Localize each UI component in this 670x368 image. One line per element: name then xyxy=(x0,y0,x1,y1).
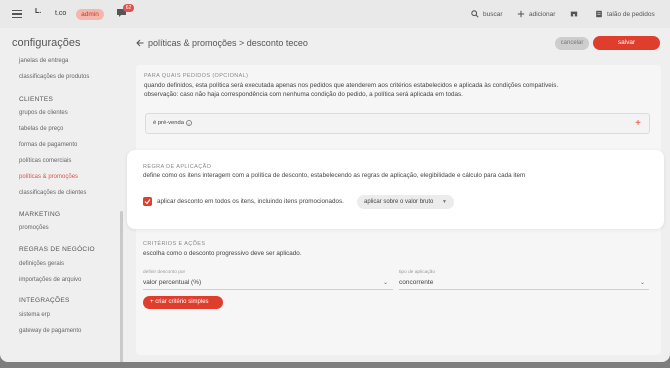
add-condition-icon[interactable]: + xyxy=(635,118,641,129)
application-type-label: tipo de aplicação xyxy=(399,270,436,275)
search-button[interactable]: buscar xyxy=(471,10,503,18)
discount-by-value[interactable]: valor percentual (%) xyxy=(143,279,201,286)
sidebar-item-importacoes-de-arquivo[interactable]: importações de arquivo xyxy=(19,277,81,283)
order-conditions-box[interactable]: é pré-venda × + xyxy=(145,113,650,134)
apply-all-items-label[interactable]: aplicar desconto em todos os itens, incl… xyxy=(157,198,344,205)
sidebar-item-grupos-de-clientes[interactable]: grupos de clientes xyxy=(19,110,68,116)
top-bar: L. t.co admin 62 buscar adicionar talão … xyxy=(0,0,670,28)
sidebar: configurações janelas de entrega classif… xyxy=(0,28,127,362)
application-type-value[interactable]: concorrente xyxy=(399,279,433,286)
section-label-criterios: CRITÉRIOS E AÇÕES xyxy=(143,241,206,247)
discount-by-underline xyxy=(143,289,393,290)
order-pad-icon xyxy=(596,10,602,18)
condition-chip-label: é pré-venda xyxy=(153,120,184,126)
store-logo[interactable]: L. xyxy=(35,8,41,15)
section-label-regra: REGRA DE APLICAÇÃO xyxy=(143,164,212,170)
sidebar-item-sistema-erp[interactable]: sistema erp xyxy=(19,312,50,318)
back-arrow-icon[interactable] xyxy=(136,39,144,47)
sidebar-item-classificacoes-de-produtos[interactable]: classificações de produtos xyxy=(19,74,89,80)
sidebar-item-definicoes-gerais[interactable]: definições gerais xyxy=(19,261,64,267)
apply-on-select-value: aplicar sobre o valor bruto xyxy=(364,199,434,205)
apply-all-items-checkbox[interactable] xyxy=(143,197,152,206)
add-label: adicionar xyxy=(529,10,556,18)
application-type-chevron-icon[interactable]: ⌄ xyxy=(640,279,645,286)
admin-badge: admin xyxy=(76,9,104,20)
add-button[interactable]: adicionar xyxy=(517,10,555,18)
section-label-pedidos: PARA QUAIS PEDIDOS (OPCIONAL) xyxy=(144,73,249,79)
storefront-icon xyxy=(570,11,578,17)
application-type-underline xyxy=(399,289,649,290)
sidebar-heading-marketing: MARKETING xyxy=(19,211,61,218)
store-name[interactable]: t.co xyxy=(55,10,66,17)
application-rule-card: REGRA DE APLICAÇÃO define como os itens … xyxy=(127,150,664,229)
create-simple-criteria-button[interactable]: + criar critério simples xyxy=(143,296,223,309)
regra-description: define como os itens interagem com a pol… xyxy=(143,172,526,179)
sidebar-heading-clientes: CLIENTES xyxy=(19,96,54,103)
create-criteria-label: criar critério simples xyxy=(155,299,209,305)
sidebar-item-promocoes[interactable]: promoções xyxy=(19,225,49,231)
sidebar-item-politicas-promocoes[interactable]: políticas & promoções xyxy=(19,174,78,180)
sidebar-heading-regras-de-negocio: REGRAS DE NEGÓCIO xyxy=(19,246,95,253)
app-window: L. t.co admin 62 buscar adicionar talão … xyxy=(0,0,670,362)
pedidos-description-2: observação: caso não haja correspondênci… xyxy=(144,91,463,98)
sidebar-item-classificacoes-de-clientes[interactable]: classificações de clientes xyxy=(19,190,86,196)
sidebar-item-politicas-comerciais[interactable]: políticas comerciais xyxy=(19,158,71,164)
sidebar-heading-integracoes: INTEGRAÇÕES xyxy=(19,297,70,304)
talao-button[interactable]: talão de pedidos xyxy=(595,10,655,18)
sidebar-scrollbar[interactable] xyxy=(120,211,123,362)
sidebar-item-gateway-de-pagamento[interactable]: gateway de pagamento xyxy=(19,328,81,334)
plus-icon xyxy=(517,10,525,18)
pedidos-description-1: quando definidos, esta política será exe… xyxy=(144,82,559,89)
sidebar-item-janelas-de-entrega[interactable]: janelas de entrega xyxy=(19,58,68,64)
chat-count-badge: 62 xyxy=(123,4,134,12)
breadcrumb: políticas & promoções > desconto teceo xyxy=(148,38,308,48)
apply-on-select[interactable]: aplicar sobre o valor bruto ▼ xyxy=(357,195,454,209)
cancel-button[interactable]: cancelar xyxy=(555,37,589,50)
sidebar-title: configurações xyxy=(12,37,81,49)
checkmark-icon xyxy=(144,199,151,205)
chip-remove-icon[interactable]: × xyxy=(185,120,192,126)
search-icon xyxy=(471,10,479,18)
talao-label: talão de pedidos xyxy=(607,10,655,18)
discount-by-label: definir desconto por xyxy=(143,270,186,275)
sidebar-item-tabelas-de-preco[interactable]: tabelas de preço xyxy=(19,126,63,132)
chevron-down-icon: ▼ xyxy=(442,199,447,205)
menu-icon[interactable] xyxy=(12,10,22,18)
save-button[interactable]: salvar xyxy=(593,36,660,50)
criterios-description: escolha como o desconto progressivo deve… xyxy=(143,250,302,257)
search-label: buscar xyxy=(483,10,503,18)
sidebar-item-formas-de-pagamento[interactable]: formas de pagamento xyxy=(19,142,77,148)
plus-icon: + xyxy=(150,299,154,305)
condition-chip[interactable]: é pré-venda × xyxy=(153,120,192,126)
store-icon-button[interactable] xyxy=(570,10,578,18)
discount-by-chevron-icon[interactable]: ⌄ xyxy=(383,279,388,286)
